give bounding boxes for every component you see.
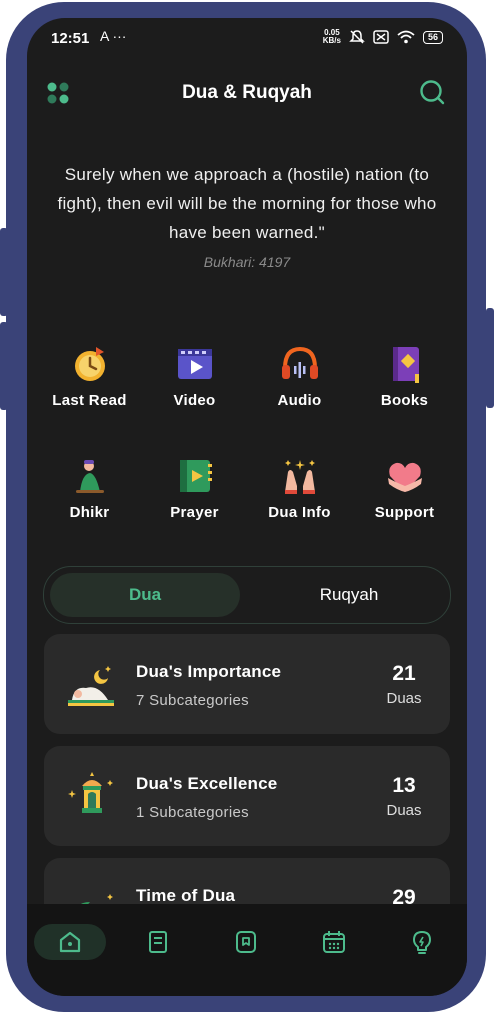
dua-ruqyah-tabs: Dua Ruqyah	[43, 566, 451, 624]
sim-off-icon	[373, 30, 389, 44]
card-count: 21	[392, 662, 416, 685]
category-label: Last Read	[52, 392, 127, 409]
card-unit: Duas	[386, 802, 422, 819]
nav-calendar[interactable]	[298, 924, 370, 960]
status-bar: 12:51 A ··· 0.05 KB/s 56	[27, 18, 467, 58]
home-icon	[59, 931, 81, 953]
category-label: Video	[173, 392, 216, 409]
phone-power-button	[486, 308, 494, 408]
calendar-icon	[323, 931, 345, 953]
category-books[interactable]: Books	[352, 338, 457, 450]
category-prayer[interactable]: Prayer	[142, 450, 247, 562]
quote-reference: Bukhari: 4197	[203, 254, 291, 270]
prayer-icon	[179, 460, 212, 492]
card-subtitle: 1 Subcategories	[136, 804, 249, 821]
category-label: Audio	[277, 392, 322, 409]
category-card[interactable]: Dua's Importance 7 Subcategories 21 Duas	[44, 634, 450, 734]
phone-side-button	[0, 228, 8, 316]
category-video[interactable]: Video	[142, 338, 247, 450]
last-read-icon	[74, 347, 105, 381]
category-dhikr[interactable]: Dhikr	[37, 450, 142, 562]
app-header: Dua & Ruqyah	[27, 76, 467, 116]
bulb-icon	[413, 931, 431, 954]
nav-home[interactable]	[34, 924, 106, 960]
book-icon	[149, 931, 167, 953]
category-card[interactable]: Dua's Excellence 1 Subcategories 13 Duas	[44, 746, 450, 846]
category-grid: Last Read Video Audio Books Dhikr Prayer…	[37, 338, 457, 562]
tab-dua[interactable]: Dua	[50, 573, 240, 617]
category-label: Prayer	[170, 504, 219, 521]
card-unit: Duas	[386, 690, 422, 707]
lantern-icon	[68, 772, 113, 813]
category-label: Dhikr	[69, 504, 110, 521]
daily-quote-text: Surely when we approach a (hostile) nati…	[57, 165, 437, 242]
tab-ruqyah[interactable]: Ruqyah	[254, 573, 444, 617]
category-label: Dua Info	[268, 504, 331, 521]
card-title: Dua's Importance	[136, 662, 282, 681]
category-last-read[interactable]: Last Read	[37, 338, 142, 450]
video-icon	[177, 349, 212, 379]
page-title: Dua & Ruqyah	[182, 82, 312, 103]
nav-books[interactable]	[122, 924, 194, 960]
books-icon	[392, 347, 419, 383]
category-dua-info[interactable]: Dua Info	[247, 450, 352, 562]
nav-tips[interactable]	[386, 924, 458, 960]
battery-indicator: 56	[422, 30, 443, 44]
heart-hands-icon	[387, 462, 422, 492]
category-label: Books	[380, 392, 429, 409]
category-support[interactable]: Support	[352, 450, 457, 562]
status-extra-icons: A ···	[100, 28, 127, 44]
card-subtitle: 7 Subcategories	[136, 692, 249, 709]
bookmark-icon	[236, 931, 256, 953]
category-label: Support	[374, 504, 435, 521]
app-screen: 12:51 A ··· 0.05 KB/s 56 Dua & Ruqyah Su…	[27, 18, 467, 996]
headphones-icon	[281, 346, 318, 379]
card-title: Dua's Excellence	[136, 774, 278, 793]
prostration-icon	[68, 666, 114, 706]
mute-icon	[349, 30, 365, 44]
card-count: 13	[392, 774, 416, 797]
card-title: Time of Dua	[136, 886, 236, 905]
wifi-icon	[397, 30, 415, 44]
category-audio[interactable]: Audio	[247, 338, 352, 450]
dhikr-icon	[75, 460, 104, 493]
bottom-navigation	[27, 904, 467, 996]
phone-side-button	[0, 322, 8, 410]
dua-hands-icon	[284, 460, 315, 494]
nav-bookmarks[interactable]	[210, 924, 282, 960]
net-speed: 0.05 KB/s	[322, 28, 341, 45]
status-time: 12:51	[51, 30, 90, 47]
search-icon[interactable]	[419, 79, 445, 105]
